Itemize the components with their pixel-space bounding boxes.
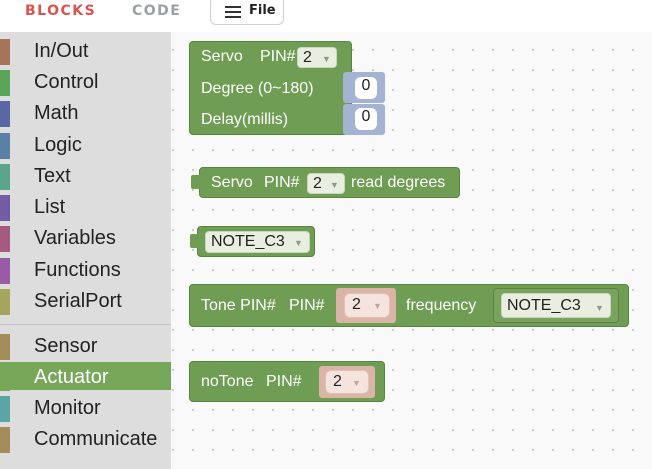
category-color-swatch [0, 289, 10, 315]
tab-code[interactable]: CODE [132, 3, 181, 19]
category-actuator[interactable]: Actuator [0, 362, 171, 391]
category-label: SerialPort [34, 290, 122, 312]
category-monitor[interactable]: Monitor [0, 393, 171, 422]
note-value: NOTE_C3 [211, 233, 285, 250]
notone-pin-dropdown[interactable]: 2 ▼ [325, 370, 369, 394]
category-color-swatch [0, 164, 10, 190]
servo-read-title: Servo [211, 174, 253, 191]
category-label: In/Out [34, 40, 89, 62]
file-label: File [249, 3, 276, 18]
category-color-swatch [0, 70, 10, 96]
category-logic[interactable]: Logic [0, 130, 171, 159]
servo-read-pin-value: 2 [313, 175, 322, 192]
degree-label: Degree (0~180) [201, 80, 314, 97]
category-communicate[interactable]: Communicate [0, 424, 171, 453]
servo-read-pin-label: PIN# [264, 174, 300, 191]
category-label: Math [34, 102, 79, 124]
note-block[interactable]: NOTE_C3 ▼ [190, 226, 315, 257]
tone-frequency-dropdown[interactable]: NOTE_C3 ▼ [501, 293, 611, 318]
tone-frequency-label: frequency [406, 297, 477, 314]
hamburger-icon [225, 6, 241, 18]
category-label: Variables [34, 227, 116, 249]
output-connector [191, 175, 203, 189]
dropdown-arrow-icon: ▼ [330, 180, 339, 190]
servo-read-pin-dropdown[interactable]: 2 ▼ [307, 173, 345, 194]
category-list[interactable]: List [0, 192, 171, 221]
category-color-swatch [0, 427, 10, 453]
dropdown-arrow-icon: ▼ [352, 378, 361, 388]
file-menu-button[interactable]: File [210, 0, 284, 25]
dropdown-arrow-icon: ▼ [595, 303, 604, 313]
tone-pin-label: PIN# [289, 297, 325, 314]
servo-pin-label: PIN# [260, 48, 296, 65]
servo-write-block[interactable]: Servo PIN# 2 ▼ Degree (0~180) Delay(mill… [189, 41, 352, 135]
category-divider [0, 324, 171, 325]
category-color-swatch [0, 133, 10, 159]
category-label: Actuator [34, 366, 109, 388]
servo-pin-dropdown[interactable]: 2 ▼ [297, 47, 337, 68]
category-color-swatch [0, 101, 10, 127]
category-label: Logic [34, 134, 82, 156]
tone-frequency-value: NOTE_C3 [507, 297, 581, 314]
category-label: Text [34, 165, 71, 187]
category-inout[interactable]: In/Out [0, 36, 171, 65]
delay-label: Delay(millis) [201, 111, 289, 128]
servo-read-suffix: read degrees [351, 174, 446, 191]
category-sensor[interactable]: Sensor [0, 331, 171, 360]
category-sidebar: In/Out Control Math Logic Text List Vari… [0, 32, 171, 469]
output-connector [190, 234, 202, 248]
category-color-swatch [0, 226, 10, 252]
tone-pin-value: 2 [352, 296, 361, 313]
category-label: Control [34, 71, 99, 93]
degree-value: 0 [361, 77, 371, 94]
category-color-swatch [0, 195, 10, 221]
category-color-swatch [0, 334, 10, 360]
notone-title: noTone [201, 373, 254, 390]
category-color-swatch [0, 258, 10, 284]
category-color-swatch [0, 39, 10, 65]
category-serialport[interactable]: SerialPort [0, 286, 171, 315]
tab-blocks[interactable]: BLOCKS [25, 3, 96, 19]
category-variables[interactable]: Variables [0, 223, 171, 252]
category-label: Functions [34, 259, 121, 281]
delay-number-input[interactable]: 0 [355, 108, 377, 130]
category-color-swatch [0, 396, 10, 422]
category-color-swatch [0, 365, 10, 391]
category-functions[interactable]: Functions [0, 255, 171, 284]
delay-value: 0 [361, 108, 371, 125]
servo-title: Servo [201, 48, 243, 65]
category-label: List [34, 196, 66, 218]
category-label: Monitor [34, 397, 101, 419]
dropdown-arrow-icon: ▼ [373, 301, 382, 311]
servo-pin-value: 2 [303, 49, 312, 66]
tone-title: Tone PIN# [201, 297, 276, 314]
notone-pin-label: PIN# [266, 373, 302, 390]
degree-number-input[interactable]: 0 [355, 77, 377, 99]
note-dropdown[interactable]: NOTE_C3 ▼ [205, 231, 310, 253]
category-control[interactable]: Control [0, 67, 171, 96]
dropdown-arrow-icon: ▼ [322, 54, 331, 64]
top-bar: BLOCKS CODE File [0, 0, 652, 32]
category-label: Communicate [34, 428, 158, 450]
category-text[interactable]: Text [0, 161, 171, 190]
notone-pin-value: 2 [333, 373, 342, 390]
dropdown-arrow-icon: ▼ [294, 238, 303, 248]
tone-pin-dropdown[interactable]: 2 ▼ [344, 293, 390, 318]
category-label: Sensor [34, 335, 98, 357]
blocks-workspace[interactable]: Servo PIN# 2 ▼ Degree (0~180) Delay(mill… [171, 32, 652, 469]
category-math[interactable]: Math [0, 98, 171, 127]
servo-read-block[interactable]: Servo PIN# 2 ▼ read degrees [191, 167, 460, 198]
